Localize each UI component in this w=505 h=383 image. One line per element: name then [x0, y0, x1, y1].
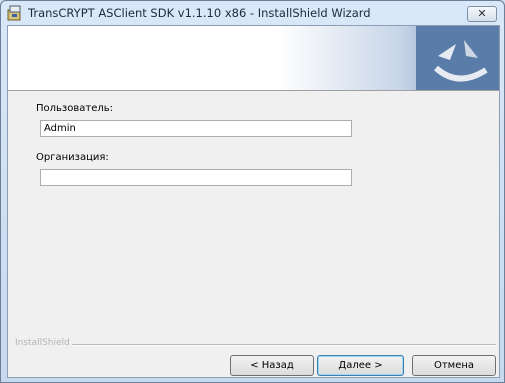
- installshield-brand: InstallShield: [15, 338, 70, 348]
- installer-window: TransCRYPT ASClient SDK v1.1.10 x86 - In…: [0, 0, 505, 383]
- back-button[interactable]: < Назад: [230, 355, 314, 376]
- cancel-button[interactable]: Отмена: [412, 355, 496, 376]
- dialog-content: Пользователь: Admin Организация: Install…: [7, 25, 500, 378]
- window-title: TransCRYPT ASClient SDK v1.1.10 x86 - In…: [28, 6, 371, 20]
- installer-icon: [7, 5, 21, 21]
- title-bar[interactable]: TransCRYPT ASClient SDK v1.1.10 x86 - In…: [1, 1, 504, 25]
- close-icon: ✕: [477, 7, 487, 20]
- next-button[interactable]: Далее >: [317, 355, 404, 376]
- close-button[interactable]: ✕: [467, 6, 497, 22]
- user-name-input[interactable]: Admin: [40, 120, 352, 137]
- organization-label: Организация:: [36, 152, 109, 163]
- banner: [8, 26, 499, 91]
- user-label: Пользователь:: [36, 103, 114, 114]
- installshield-logo-icon: [416, 26, 499, 90]
- footer-separator: [72, 344, 496, 346]
- organization-input[interactable]: [40, 169, 352, 186]
